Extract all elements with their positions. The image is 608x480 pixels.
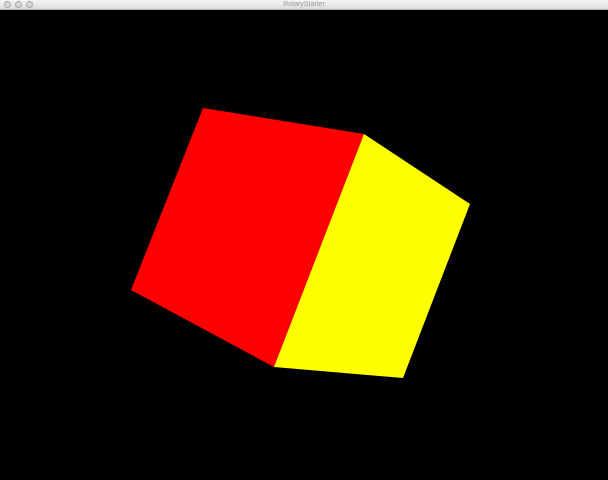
- render-viewport[interactable]: [0, 10, 608, 480]
- cube-canvas: [131, 108, 470, 378]
- title-bar[interactable]: RotaryStarter: [0, 0, 608, 10]
- app-window: RotaryStarter: [0, 0, 608, 480]
- window-title: RotaryStarter: [283, 1, 325, 8]
